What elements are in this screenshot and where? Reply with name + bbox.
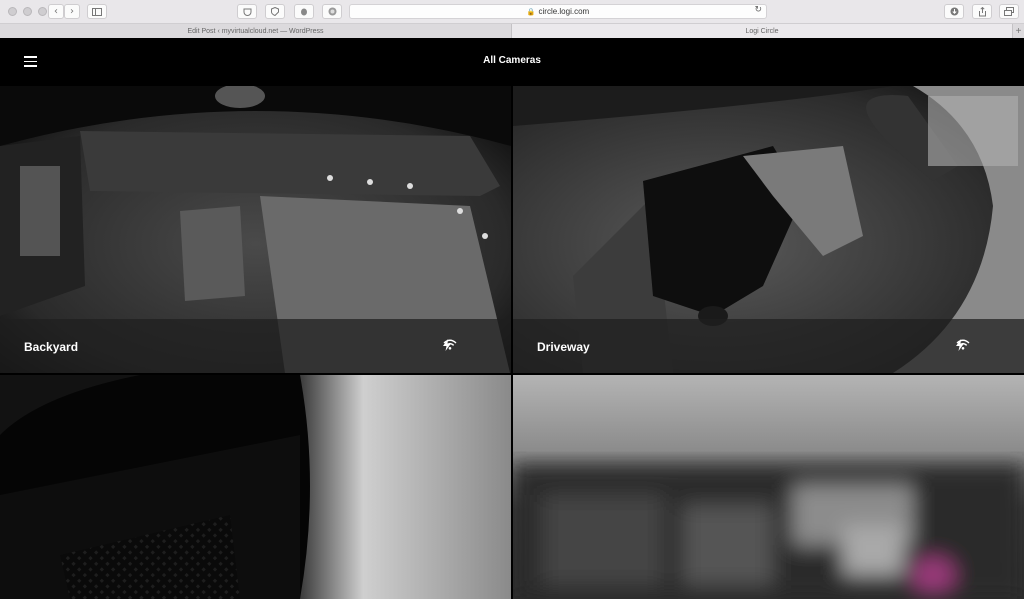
share-icon [978, 6, 986, 16]
tab-label: Edit Post ‹ myvirtualcloud.net — WordPre… [187, 27, 324, 35]
tab-label: Logi Circle [745, 27, 779, 35]
address-bar[interactable]: 🔒 circle.logi.com ↻ [349, 4, 767, 19]
tab-bar: Edit Post ‹ myvirtualcloud.net — WordPre… [0, 23, 1024, 38]
camera-info-bar: Backyard [0, 319, 511, 373]
camera-info-bar: Driveway [513, 319, 1024, 373]
camera-name: Driveway [537, 340, 590, 354]
window-controls [8, 7, 47, 16]
browser-chrome: ‹ › 🔒 circle.logi.com ↻ Edit Post ‹ myvi… [0, 0, 1024, 38]
sidebar-icon [92, 7, 102, 16]
wifi-icon [956, 339, 1000, 353]
close-window-button[interactable] [8, 7, 17, 16]
zoom-window-button[interactable] [38, 7, 47, 16]
pocket-icon [243, 8, 251, 16]
camera-tile-3[interactable] [0, 375, 511, 599]
tabs-overview-button[interactable] [999, 4, 1019, 19]
back-icon: ‹ [54, 6, 58, 17]
camera-tile-4[interactable] [513, 375, 1024, 599]
new-tab-button[interactable]: + [1012, 24, 1024, 38]
forward-icon: › [70, 6, 74, 17]
browser-toolbar: ‹ › 🔒 circle.logi.com ↻ [0, 0, 1024, 23]
download-icon [950, 7, 958, 16]
shield-icon [271, 7, 279, 16]
sidebar-button[interactable] [87, 4, 107, 19]
reload-icon[interactable]: ↻ [754, 5, 762, 15]
shield-button[interactable] [265, 4, 285, 19]
extension-button[interactable] [322, 4, 342, 19]
lock-icon: 🔒 [526, 8, 536, 16]
tab-logi-circle[interactable]: Logi Circle [512, 24, 1012, 38]
wifi-icon [443, 339, 487, 353]
share-button[interactable] [972, 4, 992, 19]
evernote-icon [301, 8, 307, 16]
page-title: All Cameras [483, 55, 541, 66]
camera-status-icons [956, 339, 1000, 353]
minimize-window-button[interactable] [23, 7, 32, 16]
extension-icon [328, 7, 336, 16]
download-button[interactable] [944, 4, 964, 19]
forward-button[interactable]: › [64, 4, 80, 19]
camera-feed-4 [513, 375, 1024, 599]
camera-grid: Backyard Driveway [0, 86, 1024, 599]
camera-status-icons [443, 339, 487, 353]
camera-tile-driveway[interactable]: Driveway [513, 86, 1024, 373]
plus-icon: + [1015, 25, 1022, 37]
evernote-button[interactable] [294, 4, 314, 19]
camera-tile-backyard[interactable]: Backyard [0, 86, 511, 373]
pocket-button[interactable] [237, 4, 257, 19]
camera-name: Backyard [24, 340, 79, 354]
back-button[interactable]: ‹ [48, 4, 64, 19]
tab-wordpress[interactable]: Edit Post ‹ myvirtualcloud.net — WordPre… [0, 24, 512, 38]
camera-feed-3 [0, 375, 511, 599]
app-header: All Cameras [0, 38, 1024, 86]
address-text: circle.logi.com [538, 7, 590, 16]
tabs-icon [1004, 7, 1014, 16]
